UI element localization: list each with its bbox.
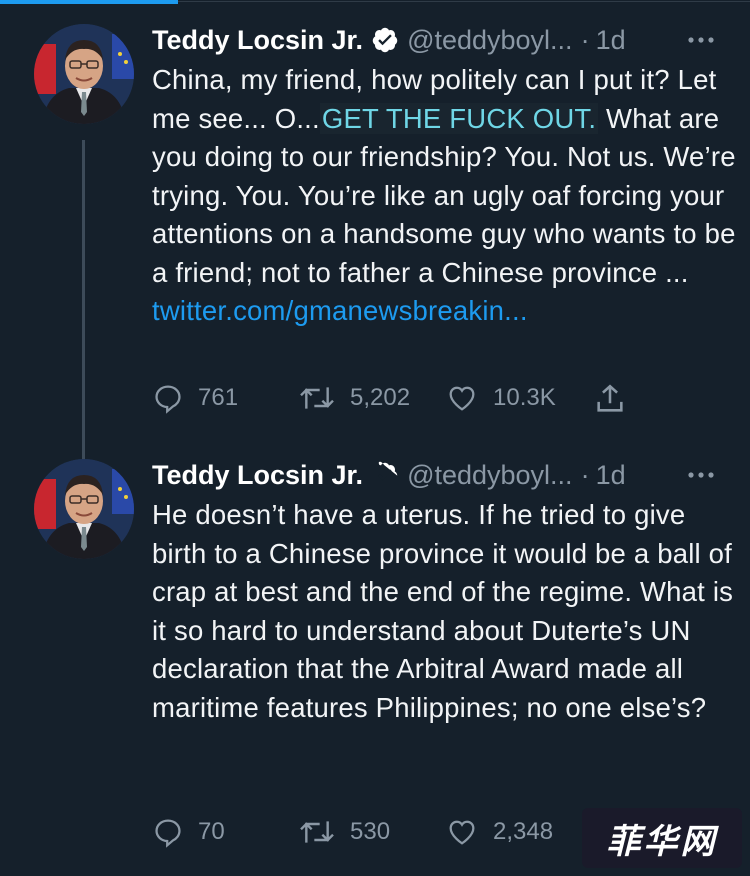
more-options-icon[interactable] (685, 26, 717, 54)
tweet-timestamp[interactable]: 1d (596, 460, 626, 491)
site-watermark-logo: 菲华网 (582, 808, 742, 868)
retweet-count: 530 (350, 818, 391, 845)
reply-count: 70 (198, 818, 225, 845)
thread-connector-line (82, 140, 85, 470)
author-name[interactable]: Teddy Locsin Jr. (152, 460, 363, 491)
author-handle[interactable]: @teddyboyl... (407, 460, 573, 491)
verified-badge-icon (372, 27, 398, 53)
reply-icon (155, 819, 181, 848)
verified-badge-icon (378, 461, 398, 481)
avatar-image (34, 459, 134, 559)
tweet-content: Teddy Locsin Jr. @teddyboyl... · 1d Chin… (152, 20, 737, 414)
reply-button[interactable]: 761 (152, 382, 238, 414)
highlighted-text: GET THE FUCK OUT. (319, 102, 599, 134)
retweet-icon (300, 387, 334, 409)
avatar-image (34, 24, 134, 124)
retweet-button[interactable]: 5,202 (298, 382, 410, 414)
tweet-content: Teddy Locsin Jr. @teddyboyl... · 1d He d… (152, 455, 737, 848)
share-button[interactable] (593, 382, 641, 416)
retweet-count: 5,202 (350, 384, 411, 411)
retweet-icon (300, 821, 334, 843)
like-button[interactable]: 10.3K (445, 382, 556, 414)
tweet-header: Teddy Locsin Jr. @teddyboyl... · 1d (152, 455, 737, 495)
share-icon (597, 384, 623, 412)
retweet-button[interactable]: 530 (298, 816, 390, 848)
avatar[interactable] (34, 24, 134, 124)
separator-dot: · (580, 459, 590, 490)
tweet-link[interactable]: twitter.com/gmanewsbreakin... (152, 295, 528, 326)
like-count: 2,348 (493, 818, 554, 845)
heart-icon (449, 820, 475, 845)
reply-icon (155, 385, 181, 414)
separator-dot: · (580, 24, 590, 55)
avatar[interactable] (34, 459, 134, 559)
reply-button[interactable]: 70 (152, 816, 225, 848)
heart-icon (449, 386, 475, 411)
author-handle[interactable]: @teddyboyl... (407, 25, 573, 56)
like-count: 10.3K (493, 384, 556, 411)
top-progress-bar (0, 0, 178, 4)
like-button[interactable]: 2,348 (445, 816, 553, 848)
reply-count: 761 (198, 384, 239, 411)
tweet-header: Teddy Locsin Jr. @teddyboyl... · 1d (152, 20, 737, 60)
tweet-text: China, my friend, how politely can I put… (152, 61, 737, 331)
author-name[interactable]: Teddy Locsin Jr. (152, 25, 363, 56)
tweet-text: He doesn’t have a uterus. If he tried to… (152, 499, 734, 723)
tweet-timestamp[interactable]: 1d (596, 25, 626, 56)
top-divider (178, 1, 750, 2)
more-options-icon[interactable] (685, 461, 717, 489)
